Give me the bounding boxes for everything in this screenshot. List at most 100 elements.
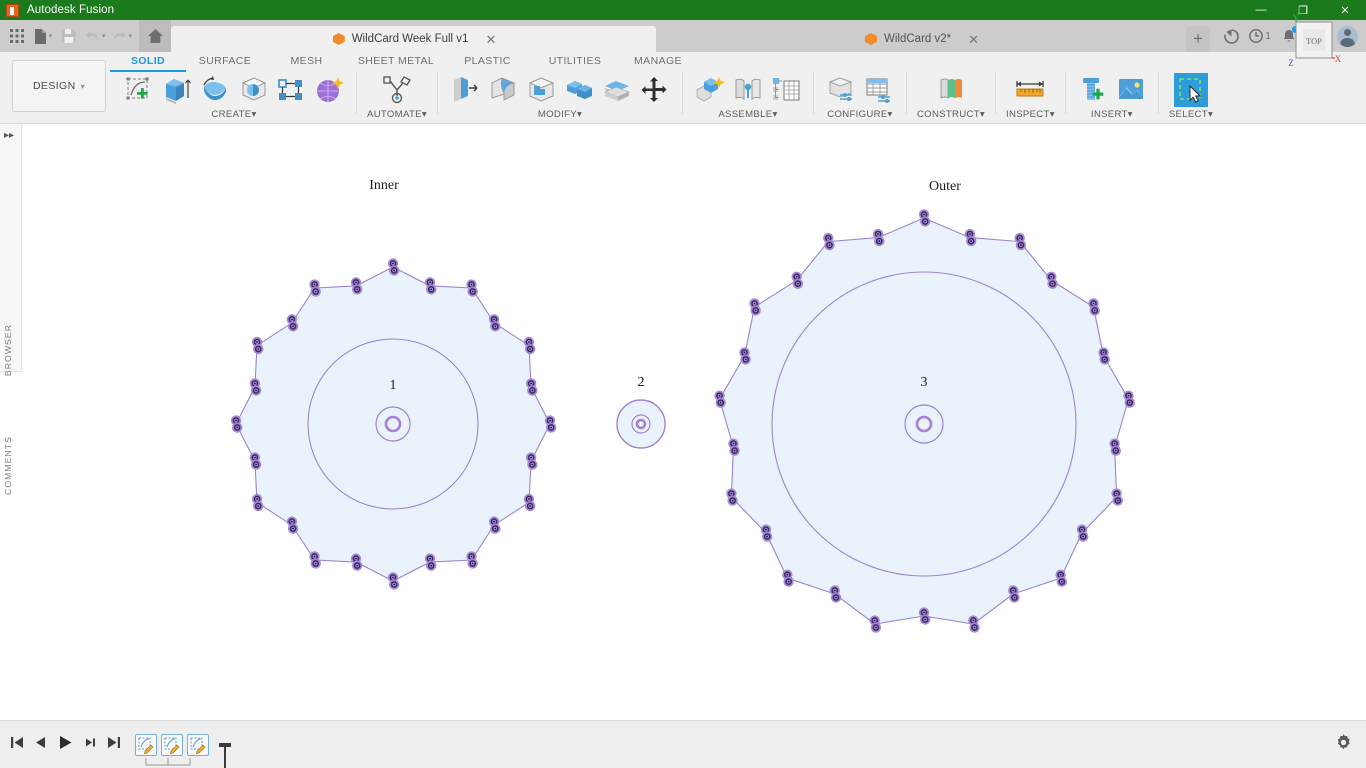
sketch-point[interactable] (389, 579, 400, 590)
view-cube[interactable]: TOP Y X Z (1282, 13, 1344, 76)
undo-caret[interactable]: ▾ (102, 32, 106, 40)
design-canvas[interactable]: Inner Outer 1 2 3 (0, 124, 1366, 720)
select-window-icon[interactable] (1173, 73, 1208, 107)
sketch-point[interactable] (729, 445, 740, 456)
play-icon[interactable] (58, 735, 73, 755)
go-to-end-icon[interactable] (107, 736, 121, 754)
panel-caret[interactable]: ▾ (1208, 109, 1213, 120)
configure-icon[interactable] (824, 73, 858, 107)
sketch-point[interactable] (250, 459, 262, 470)
panel-caret[interactable]: ▾ (888, 109, 893, 120)
extrude-icon[interactable] (160, 73, 194, 107)
configure-table-icon[interactable] (862, 73, 896, 107)
ribbon-tab-surface[interactable]: SURFACE (186, 52, 264, 72)
sketch-point[interactable] (1056, 576, 1068, 587)
sketch-point[interactable] (740, 354, 751, 365)
move-copy-icon[interactable] (638, 73, 672, 107)
sketch-point[interactable] (524, 343, 536, 355)
new-document-icon[interactable]: ▾ (30, 22, 56, 50)
sketch-point[interactable] (426, 560, 437, 571)
offset-plane-icon[interactable] (934, 73, 968, 107)
sketch-point[interactable] (715, 397, 726, 408)
sketch-point[interactable] (389, 265, 400, 276)
inner-gear-profile[interactable] (230, 258, 557, 590)
insert-mcmaster-icon[interactable] (1076, 73, 1110, 107)
sketch-point[interactable] (490, 523, 501, 534)
offset-face-icon[interactable] (600, 73, 634, 107)
document-tab-0[interactable]: WildCard Week Full v1 ✕ (171, 26, 657, 52)
sketch-feature-icon[interactable] (135, 733, 157, 756)
new-document-caret[interactable]: ▾ (49, 32, 53, 40)
sketch-point[interactable] (426, 284, 437, 295)
measure-icon[interactable] (1013, 73, 1047, 107)
sketch-point[interactable] (490, 321, 501, 332)
sketch-point[interactable] (1047, 278, 1058, 289)
sketch-point[interactable] (783, 576, 794, 587)
step-forward-icon[interactable] (83, 736, 97, 754)
sketch-point[interactable] (824, 239, 835, 251)
sketch-point[interactable] (1089, 305, 1100, 316)
minimize-button[interactable]: — (1240, 0, 1282, 20)
rib-icon[interactable] (274, 73, 308, 107)
sketch-point[interactable] (250, 385, 262, 396)
sketch-point[interactable] (1099, 354, 1110, 365)
browser-panel-tab[interactable]: BROWSER (3, 324, 13, 376)
shell-icon[interactable] (524, 73, 558, 107)
panel-caret[interactable]: ▾ (980, 109, 985, 120)
sketch-point[interactable] (232, 422, 243, 433)
sketch-point[interactable] (792, 278, 804, 289)
sketch-point[interactable] (761, 531, 773, 542)
sketch-point[interactable] (524, 500, 536, 512)
small-circle-profile[interactable] (616, 399, 666, 449)
sketch-feature-icon[interactable] (187, 733, 209, 756)
sketch-point[interactable] (969, 622, 980, 633)
sketch-point[interactable] (1009, 592, 1020, 603)
sketch-point[interactable] (253, 500, 264, 512)
panel-caret[interactable]: ▾ (251, 109, 256, 120)
sketch-point[interactable] (727, 495, 738, 506)
sketch-point[interactable] (965, 235, 977, 247)
sketch-point[interactable] (1015, 239, 1027, 251)
sketch-point[interactable] (287, 321, 299, 332)
create-sketch-icon[interactable] (122, 73, 156, 107)
sketch-point[interactable] (1078, 531, 1089, 542)
panel-caret[interactable]: ▾ (577, 109, 582, 120)
sketch-point[interactable] (287, 523, 299, 534)
sketch-point[interactable] (253, 343, 264, 355)
go-to-start-icon[interactable] (10, 736, 24, 754)
sketch-point[interactable] (830, 592, 842, 603)
sketch-point[interactable] (527, 385, 538, 396)
panel-caret[interactable]: ▾ (422, 109, 427, 120)
document-tab-1[interactable]: WildCard v2* ✕ (656, 26, 1186, 52)
jobs-status-icon[interactable]: 1 (1247, 23, 1273, 49)
step-back-icon[interactable] (34, 736, 48, 754)
sketch-point[interactable] (1124, 397, 1135, 408)
automate-icon[interactable] (380, 73, 414, 107)
expand-panel-icon[interactable]: ▸▸ (4, 130, 14, 141)
combine-icon[interactable] (562, 73, 596, 107)
fillet-icon[interactable] (486, 73, 520, 107)
sketch-point[interactable] (467, 286, 478, 297)
sketch-point[interactable] (310, 558, 321, 569)
ribbon-tab-utilities[interactable]: UTILITIES (532, 52, 618, 72)
bom-icon[interactable] (769, 73, 803, 107)
new-component-icon[interactable] (693, 73, 727, 107)
ribbon-tab-plastic[interactable]: PLASTIC (443, 52, 532, 72)
sketch-point[interactable] (750, 305, 761, 316)
sketch-point[interactable] (874, 235, 885, 247)
sketch-point[interactable] (1110, 445, 1122, 456)
ribbon-tab-manage[interactable]: MANAGE (618, 52, 698, 72)
sketch-point[interactable] (1112, 495, 1124, 506)
redo-icon[interactable]: ▾ (109, 22, 136, 50)
ribbon-tab-mesh[interactable]: MESH (264, 52, 349, 72)
undo-icon[interactable]: ▾ (82, 22, 109, 50)
insert-canvas-icon[interactable] (1114, 73, 1148, 107)
sketch-point[interactable] (920, 614, 931, 625)
sketch-point[interactable] (351, 284, 363, 295)
timeline-settings-icon[interactable] (1335, 733, 1366, 756)
document-tab-close-icon[interactable]: ✕ (968, 33, 979, 46)
sketch-point[interactable] (351, 560, 363, 571)
refresh-icon[interactable] (1218, 23, 1244, 49)
panel-caret[interactable]: ▾ (1050, 109, 1055, 120)
sketch-point[interactable] (467, 558, 478, 569)
